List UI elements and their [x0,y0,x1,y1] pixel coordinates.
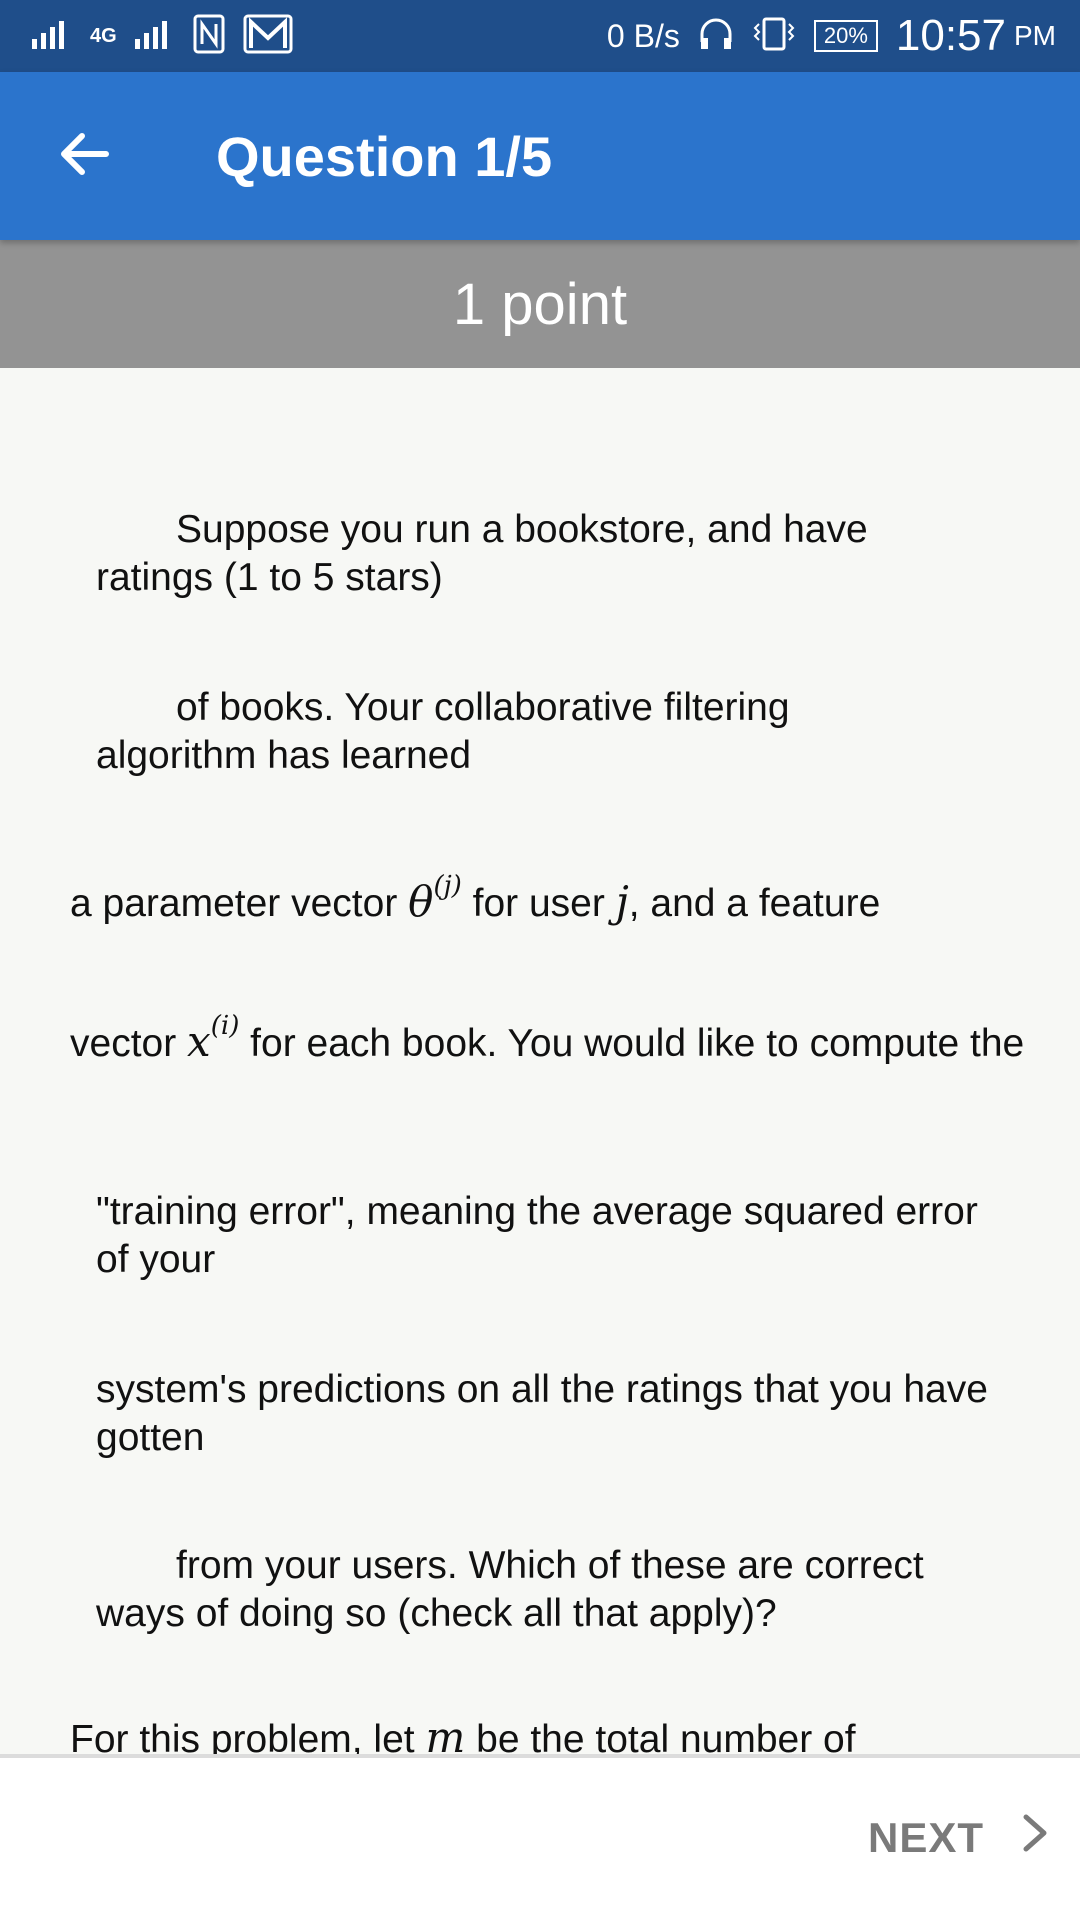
question-paragraph: a parameter vector θ(j) for user j, and … [70,862,1010,928]
math-superscript: (j) [433,871,462,901]
clock-time: 10:57 [895,11,1006,60]
chevron-right-icon [1020,1811,1050,1865]
bottom-bar: NEXT [0,1754,1080,1920]
headphones-icon [698,16,734,57]
signal-icon [32,19,72,54]
question-text: system's predictions on all the ratings … [96,1368,988,1459]
page-title: Question 1/5 [216,124,553,188]
question-text: vector [70,1022,188,1065]
back-button[interactable] [24,96,144,216]
question-text: , and a feature [628,882,881,925]
question-paragraph: from your users. Which of these are corr… [96,1542,996,1638]
math-j: j [615,877,629,926]
clock-ampm: PM [1014,20,1056,51]
vibrate-icon [752,16,796,57]
battery-indicator: 20% [813,20,878,52]
net-speed: 0 B/s [606,17,680,54]
question-text: for each book. You would like to compute… [239,1022,1025,1065]
question-text: from your users. Which of these are corr… [96,1544,924,1635]
question-text: Suppose you run a bookstore, and have ra… [96,508,868,599]
arrow-left-icon [56,126,112,187]
question-paragraph: For this problem, let m be the total num… [70,1713,1030,1755]
question-paragraph: Suppose you run a bookstore, and have ra… [96,506,956,602]
question-text: "training error", meaning the average sq… [96,1190,978,1281]
status-bar-right: 0 B/s 20% 10:57 PM [607,11,1056,61]
question-text: of books. Your collaborative filtering a… [96,686,790,777]
math-x: x [187,1017,211,1066]
question-text: be the total number of [465,1718,856,1754]
points-banner: 1 point [0,240,1080,368]
math-superscript: (i) [210,1011,240,1041]
question-paragraph: "training error", meaning the average sq… [96,1188,996,1284]
app-bar: Question 1/5 [0,72,1080,240]
question-text: a parameter vector [70,882,409,925]
status-bar: 4G 0 B/s 20% 10:57 PM [0,0,1080,72]
signal-2-icon [134,19,175,54]
next-label: NEXT [867,1814,984,1861]
question-paragraph: vector x(i) for each book. You would lik… [70,1002,1030,1068]
network-type-label: 4G [90,24,117,47]
question-text: For this problem, let [70,1718,426,1754]
question-paragraph: of books. Your collaborative filtering a… [96,684,936,780]
next-button[interactable]: NEXT [868,1798,1050,1878]
math-m: m [425,1713,466,1755]
status-bar-left: 4G [32,14,293,59]
n-notification-icon [193,14,225,59]
gmail-icon [243,14,293,59]
points-label: 1 point [452,271,628,337]
math-theta: θ [408,877,434,926]
question-paragraph: system's predictions on all the ratings … [96,1366,996,1462]
question-content[interactable]: Suppose you run a bookstore, and have ra… [0,368,1080,1754]
question-text: for user [461,882,616,925]
